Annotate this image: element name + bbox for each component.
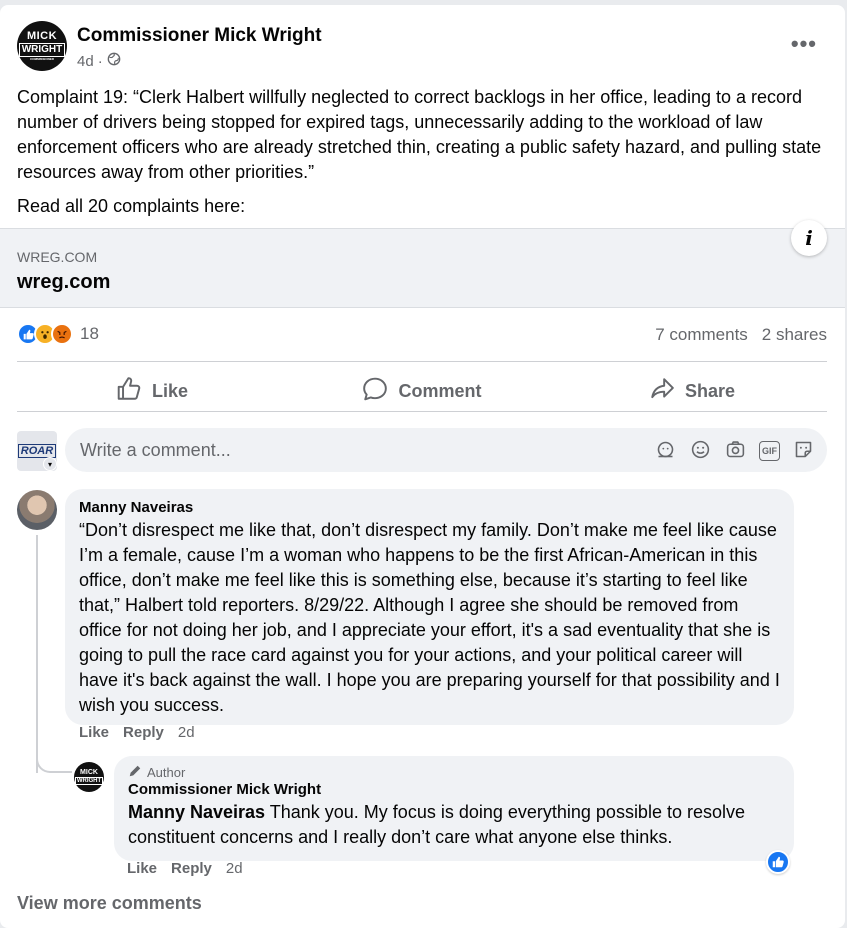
comments-count[interactable]: 7 comments xyxy=(655,325,748,345)
meta-separator: · xyxy=(97,52,103,70)
pencil-icon xyxy=(128,764,142,781)
more-icon: ••• xyxy=(790,31,817,56)
reply-bubble: Author Commissioner Mick Wright Manny Na… xyxy=(114,756,794,861)
mention-link[interactable]: Manny Naveiras xyxy=(128,802,265,822)
avatar-logo-text: MICK xyxy=(80,769,98,776)
commenter-avatar[interactable] xyxy=(17,490,57,530)
reply-like-badge[interactable] xyxy=(766,850,790,874)
author-avatar[interactable]: MICK WRIGHT COMMISSIONER xyxy=(17,21,67,71)
post-age[interactable]: 4d xyxy=(77,53,94,70)
like-label: Like xyxy=(151,380,189,401)
avatar-logo-text: WRIGHT xyxy=(74,777,104,785)
gif-icon[interactable]: GIF xyxy=(759,441,780,461)
avatar-logo-text: WRIGHT xyxy=(18,43,66,57)
divider xyxy=(17,361,827,362)
more-options-button[interactable]: ••• xyxy=(791,31,817,57)
comment-text: “Don’t disrespect me like that, don’t di… xyxy=(79,520,780,715)
avatar-logo-text: ROAR xyxy=(17,444,57,458)
reply-author-avatar[interactable]: MICK WRIGHT xyxy=(74,762,104,792)
link-title[interactable]: wreg.com xyxy=(17,271,110,294)
share-label: Share xyxy=(684,380,736,401)
post-action-bar: Like Comment Share xyxy=(17,367,827,415)
share-button[interactable]: Share xyxy=(557,367,827,415)
thread-connector xyxy=(36,745,72,773)
camera-icon[interactable] xyxy=(724,438,747,461)
post-meta: 4d · xyxy=(77,52,121,70)
info-icon: i xyxy=(805,226,813,250)
comment-age[interactable]: 2d xyxy=(178,724,195,741)
avatar-logo-text: MICK xyxy=(26,30,58,42)
emoji-icon[interactable] xyxy=(689,438,712,461)
globe-icon xyxy=(107,52,121,70)
link-preview[interactable]: WREG.COM wreg.com i xyxy=(0,220,845,308)
commenter-name[interactable]: Manny Naveiras xyxy=(79,499,780,516)
thread-line xyxy=(36,535,38,773)
comment-input[interactable] xyxy=(80,439,620,461)
post-text: Complaint 19: “Clerk Halbert willfully n… xyxy=(17,87,822,182)
comment-reply-button[interactable]: Reply xyxy=(123,724,164,741)
chevron-down-icon[interactable]: ▾ xyxy=(43,457,57,471)
like-button[interactable]: Like xyxy=(17,367,287,415)
thumbs-up-icon xyxy=(116,376,142,407)
reply-age[interactable]: 2d xyxy=(226,860,243,877)
share-arrow-icon xyxy=(649,376,675,407)
link-domain: WREG.COM xyxy=(17,249,98,265)
composer-icons: GIF xyxy=(654,438,815,461)
info-button[interactable]: i xyxy=(791,220,827,256)
reply-reply-button[interactable]: Reply xyxy=(171,860,212,877)
comment-actions: Like Reply 2d xyxy=(79,724,195,741)
comment-like-button[interactable]: Like xyxy=(79,724,109,741)
comment-composer[interactable]: GIF xyxy=(65,428,827,472)
divider xyxy=(17,411,827,412)
speech-bubble-icon xyxy=(362,376,388,407)
reaction-summary[interactable]: 18 xyxy=(17,323,99,345)
reply-text: Manny Naveiras Thank you. My focus is do… xyxy=(128,800,780,850)
comment-bubble: Manny Naveiras “Don’t disrespect me like… xyxy=(65,489,794,725)
engagement-counts: 7 comments 2 shares xyxy=(655,325,827,345)
reaction-count: 18 xyxy=(80,324,99,343)
comment-label: Comment xyxy=(398,380,482,401)
thumbs-up-icon xyxy=(772,856,784,868)
read-all-text: Read all 20 complaints here: xyxy=(17,196,246,216)
author-badge: Author xyxy=(128,764,780,781)
author-name[interactable]: Commissioner Mick Wright xyxy=(77,25,322,47)
view-more-comments-link[interactable]: View more comments xyxy=(17,893,202,914)
author-badge-label: Author xyxy=(147,765,186,780)
sticker-icon[interactable] xyxy=(792,438,815,461)
post-card: MICK WRIGHT COMMISSIONER Commissioner Mi… xyxy=(0,5,845,928)
reply-author-name[interactable]: Commissioner Mick Wright xyxy=(128,781,780,798)
avatar-sticker-icon[interactable] xyxy=(654,438,677,461)
shares-count[interactable]: 2 shares xyxy=(762,325,827,345)
avatar-logo-text: COMMISSIONER xyxy=(30,57,54,61)
reply-like-button[interactable]: Like xyxy=(127,860,157,877)
reply-actions: Like Reply 2d xyxy=(127,860,243,877)
comment-button[interactable]: Comment xyxy=(287,367,557,415)
angry-reaction-icon xyxy=(51,323,73,345)
